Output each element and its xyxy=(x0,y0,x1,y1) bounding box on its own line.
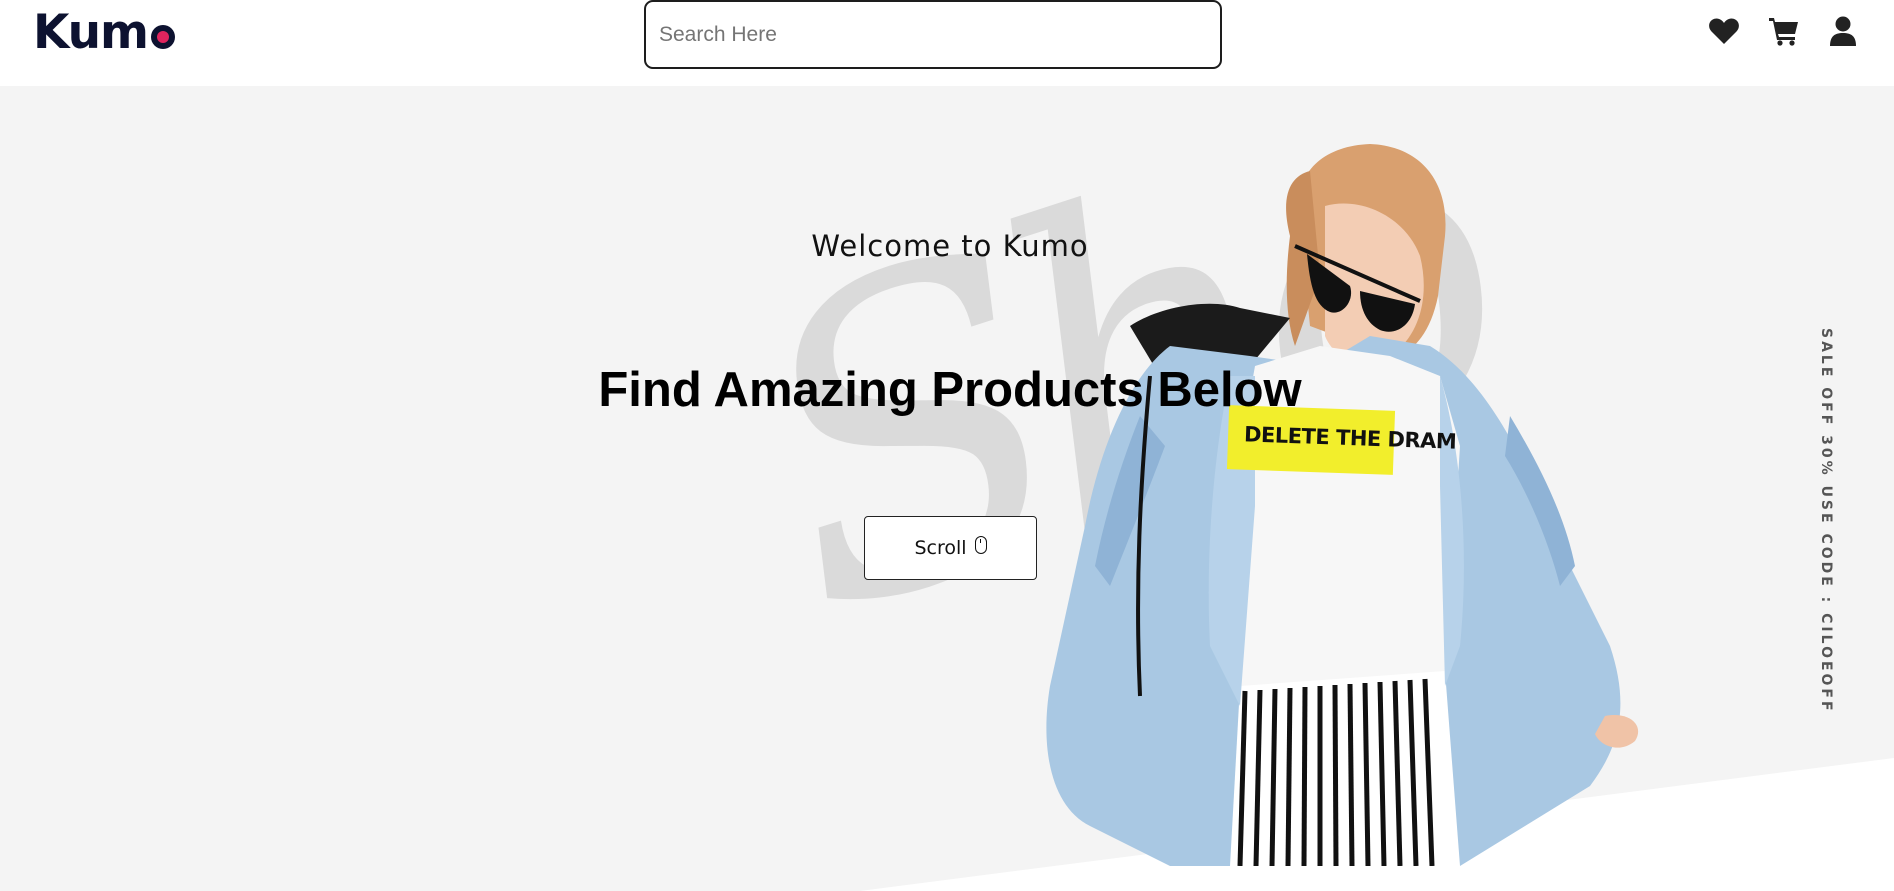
wishlist-button[interactable] xyxy=(1707,14,1741,48)
scroll-label: Scroll xyxy=(914,537,967,559)
cart-icon xyxy=(1769,18,1798,46)
logo-dot-icon xyxy=(151,25,176,49)
welcome-text: Welcome to Kumo xyxy=(811,229,1089,263)
account-button[interactable] xyxy=(1826,14,1860,48)
model-photo xyxy=(1046,144,1639,866)
hero-headline: Find Amazing Products Below xyxy=(598,363,1302,417)
header: Kum xyxy=(0,0,1894,86)
user-icon xyxy=(1830,16,1856,46)
logo-text: Kum xyxy=(33,4,149,60)
cart-button[interactable] xyxy=(1767,14,1801,48)
logo[interactable]: Kum xyxy=(33,4,176,60)
mouse-icon xyxy=(974,536,987,554)
heart-icon xyxy=(1709,18,1739,44)
scroll-button[interactable]: Scroll xyxy=(864,516,1037,580)
striped-pants xyxy=(1230,671,1460,866)
sale-banner-vertical: SALE OFF 30% USE CODE : CILOEOFF xyxy=(1818,328,1834,714)
search-input[interactable] xyxy=(644,0,1222,69)
